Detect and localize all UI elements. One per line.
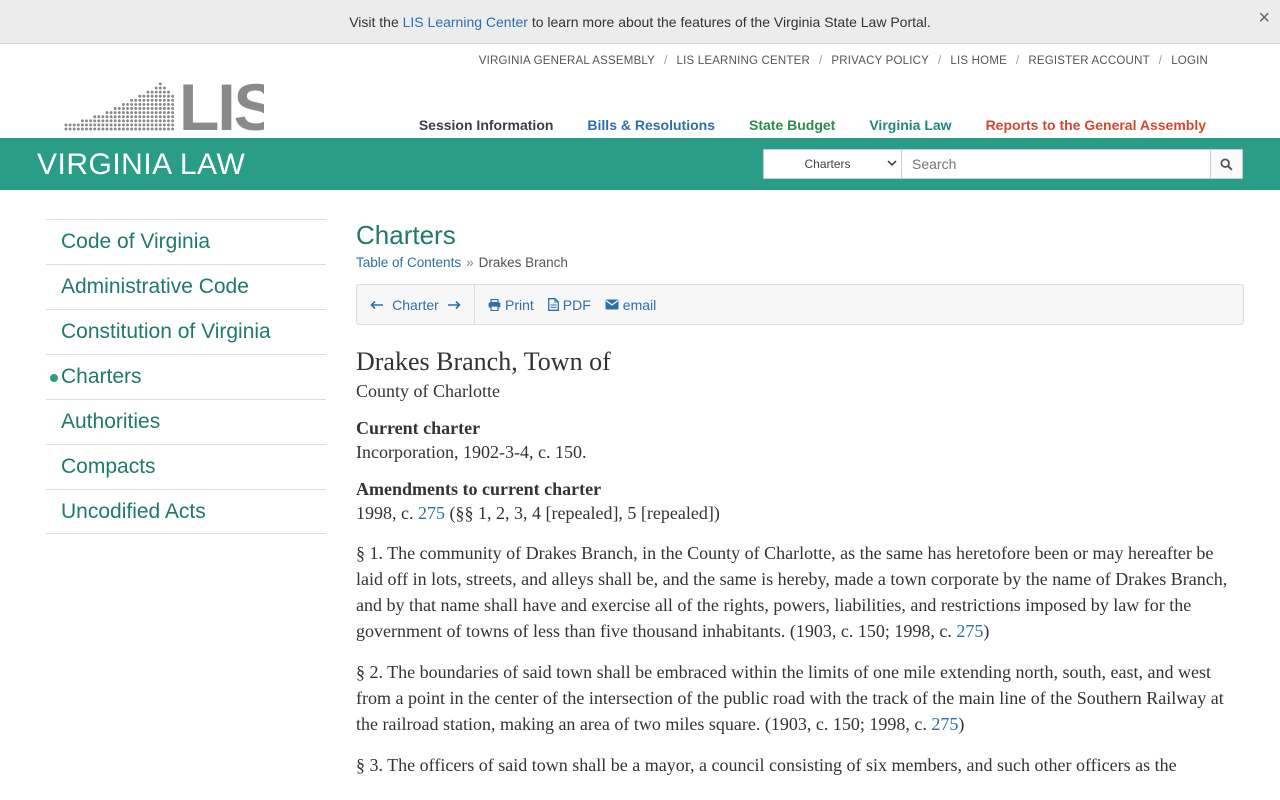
active-indicator-dot: [50, 374, 58, 382]
nav-session-information[interactable]: Session Information: [419, 117, 554, 133]
amend-prefix: 1998, c.: [356, 503, 418, 523]
print-label: Print: [505, 296, 534, 313]
section-title: VIRGINIA LAW: [37, 148, 246, 181]
util-link-login[interactable]: LOGIN: [1171, 55, 1208, 67]
close-icon[interactable]: ×: [1258, 8, 1270, 28]
sidebar-item-label: Uncodified Acts: [61, 499, 206, 523]
pdf-button[interactable]: PDF: [547, 296, 591, 313]
sidebar-item-label: Authorities: [61, 410, 161, 433]
next-arrow-icon[interactable]: [447, 300, 461, 310]
search-scope-value: Charters: [804, 157, 851, 171]
current-charter-text: Incorporation, 1902-3-4, c. 150.: [356, 442, 587, 462]
banner-prefix: Visit the: [349, 13, 403, 30]
nav-virginia-law[interactable]: Virginia Law: [869, 117, 951, 133]
sidebar-item-label: Administrative Code: [61, 275, 249, 298]
search-input[interactable]: [902, 150, 1210, 178]
search-button[interactable]: [1210, 150, 1242, 178]
charter-nav-label: Charter: [392, 296, 439, 313]
charter-county: County of Charlotte: [356, 381, 500, 401]
sidebar-item-label: Constitution of Virginia: [61, 320, 271, 343]
page-title: Charters: [356, 220, 456, 250]
current-charter-heading: Current charter: [356, 418, 481, 438]
section-2-text: § 2. The boundaries of said town shall b…: [356, 662, 1224, 734]
section-1-text: § 1. The community of Drakes Branch, in …: [356, 543, 1228, 641]
section-1-link[interactable]: 275: [956, 621, 983, 641]
charter-navigation: Charter: [357, 285, 475, 324]
section-1-close: ): [983, 621, 990, 641]
breadcrumb: Table of Contents » Drakes Branch: [356, 255, 1244, 270]
nav-reports[interactable]: Reports to the General Assembly: [986, 117, 1206, 133]
breadcrumb-current: Drakes Branch: [478, 255, 568, 270]
site-header: LIS VIRGINIA GENERAL ASSEMBLY / LIS LEAR…: [0, 44, 1280, 138]
utility-links: VIRGINIA GENERAL ASSEMBLY / LIS LEARNING…: [479, 55, 1208, 67]
util-link-general-assembly[interactable]: VIRGINIA GENERAL ASSEMBLY: [479, 55, 655, 67]
nav-state-budget[interactable]: State Budget: [749, 117, 835, 133]
util-separator: /: [664, 55, 668, 67]
util-separator: /: [938, 55, 942, 67]
email-button[interactable]: email: [605, 297, 656, 313]
util-link-learning-center[interactable]: LIS LEARNING CENTER: [676, 55, 810, 67]
util-link-lis-home[interactable]: LIS HOME: [950, 55, 1007, 67]
chevron-down-icon: [887, 160, 897, 167]
print-icon: [488, 298, 501, 311]
main-content: Charters Table of Contents » Drakes Branch…: [356, 219, 1244, 778]
search-bar: Charters: [763, 149, 1243, 179]
breadcrumb-toc-link[interactable]: Table of Contents: [356, 255, 461, 270]
util-separator: /: [1158, 55, 1163, 67]
print-button[interactable]: Print: [488, 297, 534, 313]
logo-text: LIS: [179, 74, 264, 132]
document-actions: Print PDF email: [475, 297, 656, 313]
announcement-banner: Visit the LIS Learning Center to learn m…: [0, 0, 1280, 44]
amend-chapter-link[interactable]: 275: [418, 503, 445, 523]
section-2-link[interactable]: 275: [931, 714, 958, 734]
section-2-close: ): [958, 714, 965, 734]
main-nav: Session Information Bills & Resolutions …: [419, 117, 1206, 133]
sidebar-nav: Code of Virginia Administrative Code Con…: [46, 219, 326, 534]
section-1: § 1. The community of Drakes Branch, in …: [356, 540, 1244, 644]
document-toolbar: Charter Print PDF email: [356, 284, 1244, 325]
pdf-label: PDF: [562, 296, 591, 313]
sidebar-item-constitution[interactable]: Constitution of Virginia: [46, 309, 326, 354]
charter-title: Drakes Branch, Town of: [356, 347, 611, 376]
search-icon: [1220, 157, 1233, 171]
section-band: VIRGINIA LAW Charters: [0, 138, 1280, 190]
email-label: email: [622, 296, 657, 313]
sidebar-item-code-of-virginia[interactable]: Code of Virginia: [46, 219, 326, 264]
banner-suffix: to learn more about the features of the …: [527, 13, 931, 30]
util-separator: /: [1015, 55, 1020, 67]
nav-bills-resolutions[interactable]: Bills & Resolutions: [587, 117, 715, 133]
search-scope-select[interactable]: Charters: [764, 150, 902, 178]
util-separator: /: [819, 55, 823, 67]
sidebar-item-label: Code of Virginia: [61, 230, 211, 253]
amend-suffix: (§§ 1, 2, 3, 4 [repealed], 5 [repealed]): [445, 503, 720, 523]
lis-logo[interactable]: LIS: [64, 74, 264, 132]
banner-learning-center-link[interactable]: LIS Learning Center: [403, 14, 528, 30]
amendments-line: 1998, c. 275 (§§ 1, 2, 3, 4 [repealed], …: [356, 501, 1244, 525]
sidebar-item-compacts[interactable]: Compacts: [46, 444, 326, 489]
util-link-register-account[interactable]: REGISTER ACCOUNT: [1028, 55, 1149, 67]
sidebar-item-label: Compacts: [61, 455, 156, 478]
sidebar-item-label: Charters: [61, 365, 142, 388]
util-link-privacy-policy[interactable]: PRIVACY POLICY: [831, 55, 929, 67]
envelope-icon: [605, 299, 619, 310]
banner-text: Visit the LIS Learning Center to learn m…: [349, 14, 931, 30]
sidebar-item-administrative-code[interactable]: Administrative Code: [46, 264, 326, 309]
breadcrumb-separator: »: [466, 255, 474, 270]
sidebar-item-uncodified-acts[interactable]: Uncodified Acts: [46, 489, 326, 534]
amendments-heading: Amendments to current charter: [356, 479, 602, 499]
section-2: § 2. The boundaries of said town shall b…: [356, 659, 1244, 737]
sidebar-item-charters[interactable]: Charters: [46, 354, 326, 399]
charter-document: Drakes Branch, Town of County of Charlot…: [356, 345, 1244, 778]
section-3: § 3. The officers of said town shall be …: [356, 755, 1177, 775]
pdf-file-icon: [547, 298, 559, 311]
sidebar-item-authorities[interactable]: Authorities: [46, 399, 326, 444]
previous-arrow-icon[interactable]: [370, 300, 384, 310]
